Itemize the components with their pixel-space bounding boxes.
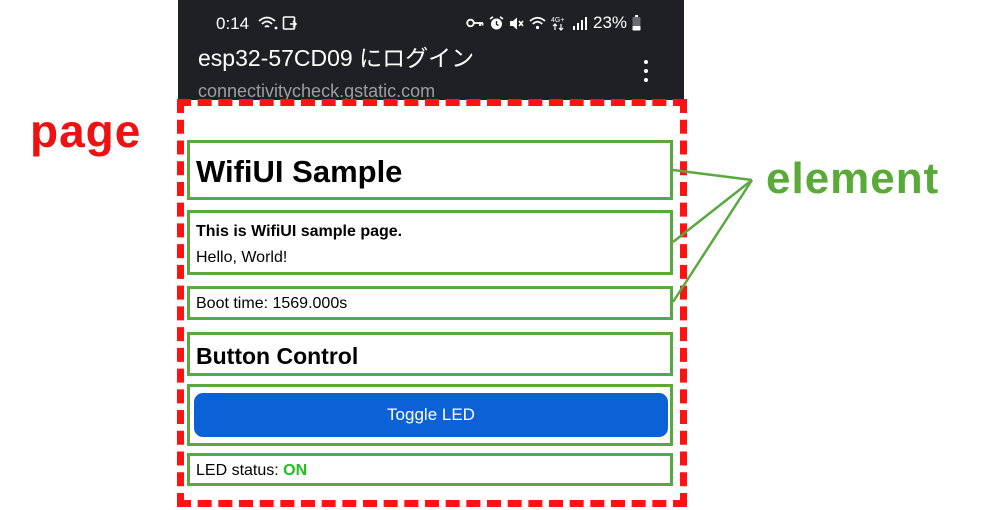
connector-line-description	[672, 179, 753, 243]
element-annotation-label: element	[766, 154, 940, 203]
annotated-screenshot: 0:14 4G+ 23% esp32-57CD09 にログイン connecti…	[0, 0, 995, 510]
connector-line-heading	[672, 168, 753, 182]
element-connector-lines	[671, 168, 754, 303]
connector-line-boot-time	[671, 179, 754, 303]
